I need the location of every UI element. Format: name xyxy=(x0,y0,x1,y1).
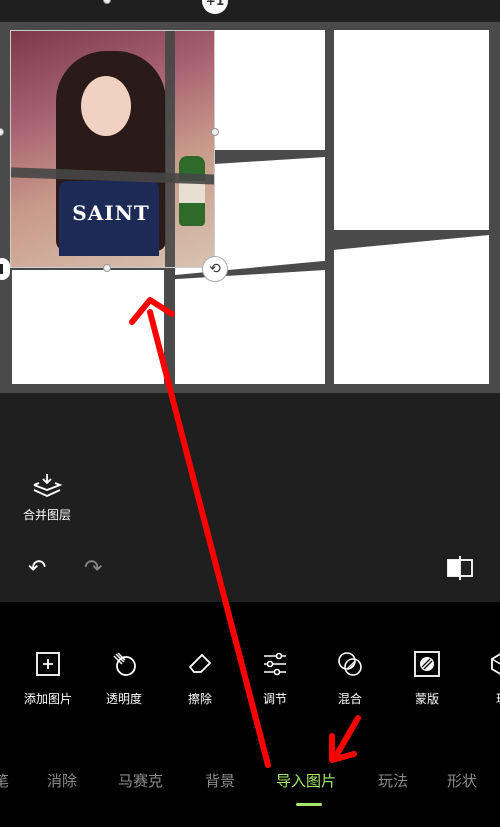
collage-cell[interactable] xyxy=(334,235,489,384)
mask-icon xyxy=(414,651,440,677)
tab-import-image[interactable]: 导入图片 xyxy=(276,770,336,791)
merge-layers-label: 合并图层 xyxy=(22,508,71,522)
tab-shape[interactable]: 形状 xyxy=(447,770,477,791)
eraser-icon xyxy=(188,653,212,673)
adjust-icon xyxy=(264,652,286,676)
photo-bottle-label xyxy=(179,181,205,203)
tool-add-image[interactable]: 添加图片 xyxy=(16,650,80,707)
resize-handle[interactable] xyxy=(211,128,219,136)
tool-opacity[interactable]: 透明度 xyxy=(92,650,156,707)
layer-plus-button[interactable]: +1 xyxy=(202,0,228,14)
photo-face xyxy=(81,76,131,136)
collage-divider xyxy=(165,31,175,267)
tool-mask[interactable]: 蒙版 xyxy=(395,650,459,707)
tool-adjust[interactable]: 调节 xyxy=(243,650,307,707)
collage-cell[interactable] xyxy=(175,270,325,384)
active-tab-indicator xyxy=(296,803,322,806)
tool-label: 混合 xyxy=(337,692,362,706)
tool-play[interactable]: 玩 xyxy=(470,650,500,707)
editor-canvas[interactable]: SAINT +1 ⟲ xyxy=(0,0,500,400)
add-image-icon xyxy=(36,652,60,676)
tool-label: 透明度 xyxy=(105,692,142,706)
resize-handle[interactable] xyxy=(103,264,111,272)
redo-icon[interactable]: ↷ xyxy=(84,556,102,581)
tool-label: 擦除 xyxy=(187,692,212,706)
tool-label: 玩 xyxy=(470,690,500,707)
resize-handle[interactable] xyxy=(103,0,111,4)
tab-pen[interactable]: 笔 xyxy=(0,770,9,791)
tab-background[interactable]: 背景 xyxy=(205,770,235,791)
tab-remove[interactable]: 消除 xyxy=(47,770,77,791)
shirt-text: SAINT xyxy=(72,201,150,225)
opacity-icon xyxy=(113,652,136,676)
imported-photo-layer[interactable]: SAINT xyxy=(10,30,215,268)
tool-label: 蒙版 xyxy=(414,692,439,706)
collage-cell[interactable] xyxy=(12,270,164,384)
category-tabs: 笔 消除 马赛克 背景 导入图片 玩法 形状 xyxy=(0,770,500,800)
blend-icon xyxy=(338,652,362,676)
tool-label: 调节 xyxy=(262,692,287,706)
merge-layers-button[interactable]: 合并图层 xyxy=(18,472,76,523)
rotate-icon[interactable]: ⟲ xyxy=(202,256,228,282)
collage-cell[interactable] xyxy=(334,30,489,230)
play-icon xyxy=(491,653,500,675)
tool-label: 添加图片 xyxy=(23,692,72,706)
tab-mosaic[interactable]: 马赛克 xyxy=(118,770,163,791)
compare-icon[interactable] xyxy=(446,556,474,580)
layers-icon xyxy=(33,474,63,497)
undo-icon[interactable]: ↶ xyxy=(28,556,46,581)
tool-blend[interactable]: 混合 xyxy=(318,650,382,707)
tool-eraser[interactable]: 擦除 xyxy=(168,650,232,707)
tab-gameplay[interactable]: 玩法 xyxy=(378,770,408,791)
